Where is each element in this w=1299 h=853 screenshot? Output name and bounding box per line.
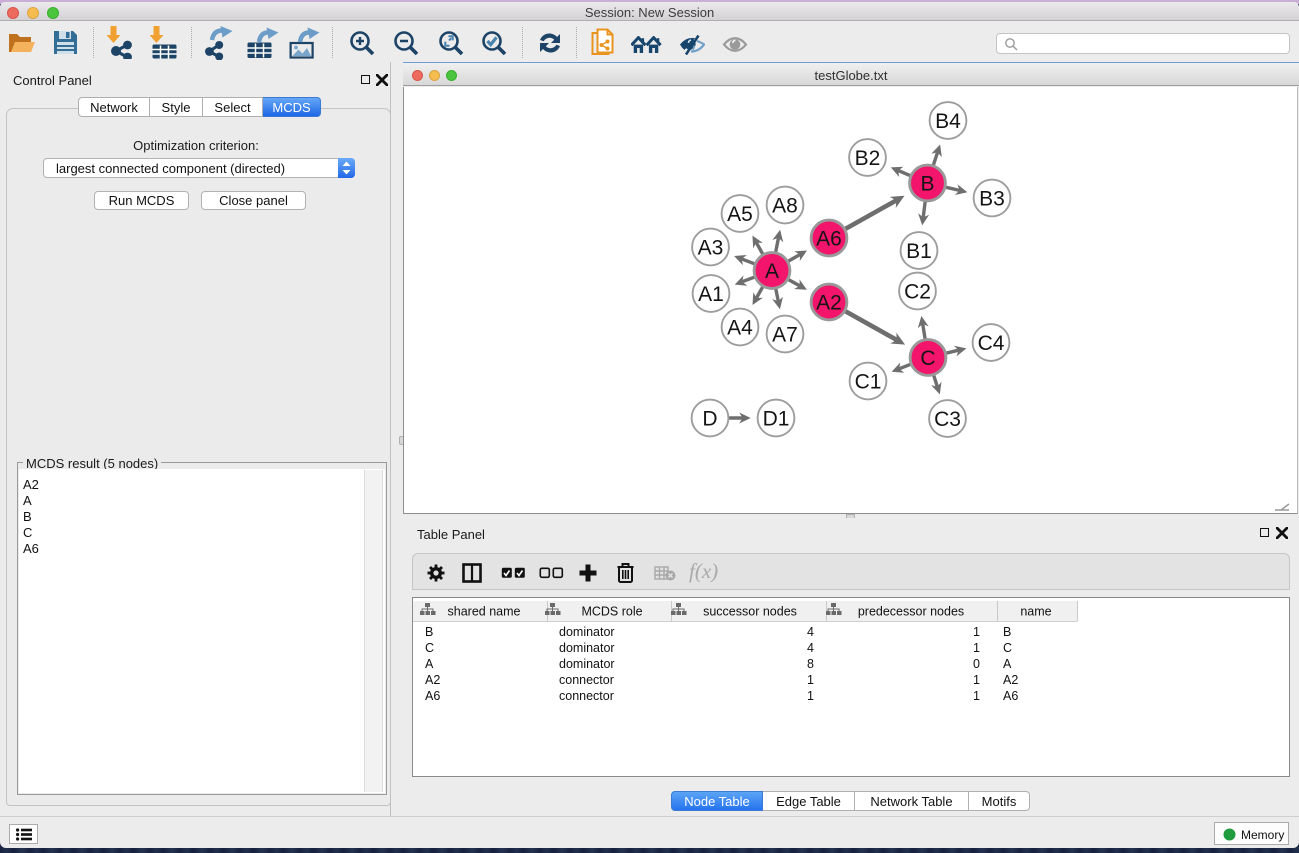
svg-text:A2: A2 (425, 673, 440, 687)
svg-text:8: 8 (807, 657, 814, 671)
svg-text:A6: A6 (425, 689, 440, 703)
svg-text:4: 4 (807, 641, 814, 655)
svg-text:C2: C2 (904, 281, 931, 304)
svg-text:A6: A6 (1003, 689, 1018, 703)
svg-text:name: name (1020, 605, 1051, 619)
svg-text:dominator: dominator (559, 625, 615, 639)
svg-text:B: B (1003, 625, 1011, 639)
svg-text:1: 1 (973, 641, 980, 655)
svg-text:predecessor nodes: predecessor nodes (858, 605, 964, 619)
svg-text:B1: B1 (906, 240, 932, 263)
svg-text:A4: A4 (727, 317, 753, 340)
svg-text:B4: B4 (935, 110, 961, 133)
svg-text:A: A (425, 657, 434, 671)
svg-text:MCDS role: MCDS role (581, 605, 642, 619)
svg-text:dominator: dominator (559, 641, 615, 655)
svg-text:A8: A8 (772, 195, 798, 218)
svg-text:D: D (702, 408, 717, 431)
svg-text:A: A (1003, 657, 1012, 671)
svg-text:C3: C3 (934, 408, 961, 431)
svg-text:A5: A5 (727, 203, 753, 226)
svg-text:D1: D1 (763, 408, 790, 431)
svg-text:C: C (1003, 641, 1012, 655)
svg-text:1: 1 (973, 625, 980, 639)
svg-text:1: 1 (973, 673, 980, 687)
svg-text:A6: A6 (816, 228, 842, 251)
svg-text:C: C (425, 641, 434, 655)
svg-text:A3: A3 (698, 237, 724, 260)
svg-text:A1: A1 (698, 283, 724, 306)
svg-text:A2: A2 (1003, 673, 1018, 687)
svg-text:B: B (920, 173, 934, 196)
svg-text:1: 1 (973, 689, 980, 703)
svg-text:1: 1 (807, 689, 814, 703)
svg-text:connector: connector (559, 689, 614, 703)
svg-text:B: B (425, 625, 433, 639)
svg-text:4: 4 (807, 625, 814, 639)
svg-text:A2: A2 (816, 292, 842, 315)
svg-text:dominator: dominator (559, 657, 615, 671)
svg-text:connector: connector (559, 673, 614, 687)
svg-text:C: C (920, 347, 935, 370)
svg-text:A7: A7 (772, 324, 798, 347)
svg-text:shared name: shared name (448, 605, 521, 619)
svg-text:B3: B3 (979, 188, 1005, 211)
svg-text:C1: C1 (855, 371, 882, 394)
svg-text:B2: B2 (855, 147, 881, 170)
svg-text:successor nodes: successor nodes (703, 605, 797, 619)
svg-text:C4: C4 (978, 332, 1005, 355)
svg-text:1: 1 (807, 673, 814, 687)
svg-text:A: A (765, 260, 779, 283)
svg-text:0: 0 (973, 657, 980, 671)
